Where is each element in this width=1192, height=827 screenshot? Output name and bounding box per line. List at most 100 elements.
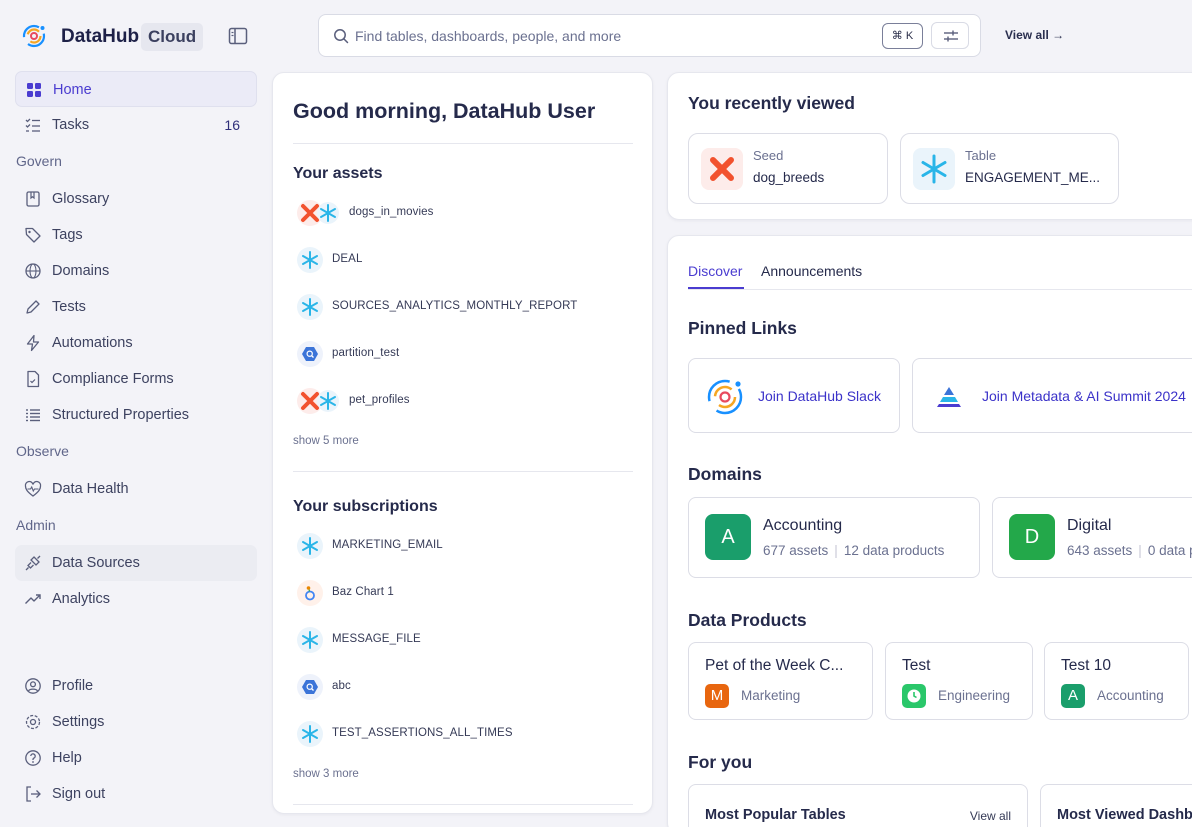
show-more-subscriptions-link[interactable]: show 3 more: [293, 768, 359, 780]
sidebar-item-label: Home: [53, 82, 92, 98]
bigquery-icon: [297, 341, 323, 367]
sidebar-item-label: Data Sources: [52, 555, 140, 571]
sidebar-item-data-sources[interactable]: Data Sources: [15, 545, 257, 581]
sliders-icon: [944, 30, 958, 42]
sidebar-item-compliance-forms[interactable]: Compliance Forms: [15, 361, 257, 397]
asset-name: DEAL: [332, 253, 363, 265]
datahub-logo-icon[interactable]: [21, 23, 47, 49]
sidebar-item-label: Analytics: [52, 591, 111, 607]
sidebar-item-tags[interactable]: Tags: [15, 217, 257, 253]
sidebar-item-profile[interactable]: Profile: [15, 668, 257, 704]
sidebar-item-glossary[interactable]: Glossary: [15, 181, 257, 217]
domain-card[interactable]: A Accounting 677 assets | 12 data products: [688, 497, 980, 578]
sidebar-item-help[interactable]: Help: [15, 740, 257, 776]
domain-card[interactable]: D Digital 643 assets|0 data products: [992, 497, 1192, 578]
overview-panel: Good morning, DataHub User Your assets d…: [272, 72, 653, 814]
sidebar-item-label: Tasks: [52, 117, 90, 133]
sidebar-item-label: Glossary: [52, 191, 110, 207]
gear-icon: [25, 714, 41, 730]
lightning-icon: [26, 334, 40, 352]
sidebar-item-analytics[interactable]: Analytics: [15, 581, 257, 617]
view-all-link[interactable]: View all: [970, 809, 1011, 823]
recently-viewed-panel: You recently viewed Seed dog_breeds Tabl…: [667, 72, 1192, 220]
asset-name: pet_profiles: [349, 394, 410, 406]
pinned-link-label: Join Metadata & AI Summit 2024: [982, 388, 1186, 404]
top-bar: DataHub Cloud ⌘ K View all →: [0, 0, 1192, 72]
domain-name: Accounting: [763, 517, 843, 534]
for-you-card-title: Most Viewed Dashboards: [1057, 807, 1192, 823]
recent-item[interactable]: Table ENGAGEMENT_ME...: [900, 133, 1119, 204]
asset-name: dogs_in_movies: [349, 206, 434, 218]
subscription-name: abc: [332, 680, 351, 692]
divider: [293, 471, 633, 472]
recently-viewed-heading: You recently viewed: [688, 93, 855, 113]
domain-assets-count: 677 assets: [763, 543, 829, 558]
section-heading-govern: Govern: [16, 153, 62, 169]
view-all-link[interactable]: View all →: [1005, 28, 1064, 42]
sidebar-item-label: Compliance Forms: [52, 371, 174, 387]
data-product-name: Test: [902, 657, 931, 674]
search-bar[interactable]: ⌘ K: [318, 14, 981, 57]
show-more-assets-link[interactable]: show 5 more: [293, 435, 359, 447]
discover-panel: Discover Announcements Pinned Links Join…: [667, 235, 1192, 827]
snowflake-icon: [913, 148, 955, 190]
sidebar-item-label: Settings: [52, 714, 105, 730]
sidebar-item-tests[interactable]: Tests: [15, 289, 257, 325]
search-input[interactable]: [355, 15, 875, 56]
sidebar-item-home[interactable]: Home: [15, 71, 257, 107]
subscriptions-heading: Your subscriptions: [293, 498, 438, 515]
pencil-icon: [26, 300, 40, 314]
sidebar-item-label: Profile: [52, 678, 94, 694]
section-heading-observe: Observe: [16, 443, 69, 459]
book-icon: [26, 191, 40, 207]
dbt-icon: [297, 388, 339, 414]
domain-stats: 677 assets | 12 data products: [763, 543, 945, 558]
domain-avatar: D: [1009, 514, 1055, 560]
divider: [293, 804, 633, 805]
subscription-name: TEST_ASSERTIONS_ALL_TIMES: [332, 727, 513, 739]
divider: [293, 143, 633, 144]
checklist-icon: [25, 118, 40, 132]
data-product-card[interactable]: Test Engineering: [885, 642, 1033, 720]
search-icon: [334, 29, 349, 44]
tab-announcements[interactable]: Announcements: [761, 263, 862, 279]
list-icon: [26, 409, 40, 422]
pinned-link[interactable]: Join Metadata & AI Summit 2024: [912, 358, 1192, 433]
looker-icon: [297, 580, 323, 606]
dbt-icon: [701, 148, 743, 190]
data-products-heading: Data Products: [688, 610, 807, 630]
recent-item-type: Seed: [753, 148, 784, 163]
recent-item-type: Table: [965, 148, 997, 163]
asset-name: partition_test: [332, 347, 400, 359]
data-product-card[interactable]: Test 10 A Accounting: [1044, 642, 1189, 720]
for-you-card[interactable]: Most Popular Tables View all: [688, 784, 1028, 827]
data-product-card[interactable]: Pet of the Week C... M Marketing: [688, 642, 873, 720]
domain-products-count: 12 data products: [843, 543, 945, 558]
sidebar-item-label: Automations: [52, 335, 133, 351]
tab-discover[interactable]: Discover: [688, 263, 742, 279]
for-you-card[interactable]: Most Viewed Dashboards: [1040, 784, 1192, 827]
search-filters-button[interactable]: [931, 22, 969, 49]
domain-products-count: 0 data products: [1147, 543, 1192, 558]
sidebar-item-domains[interactable]: Domains: [15, 253, 257, 289]
recent-item-name: ENGAGEMENT_ME...: [965, 170, 1101, 185]
sidebar-toggle-icon[interactable]: [228, 27, 248, 45]
sidebar-item-automations[interactable]: Automations: [15, 325, 257, 361]
clock-icon: [902, 684, 926, 708]
pinned-link[interactable]: Join DataHub Slack: [688, 358, 900, 433]
sidebar-item-settings[interactable]: Settings: [15, 704, 257, 740]
page-title: Good morning, DataHub User: [293, 99, 596, 123]
sidebar-item-sign-out[interactable]: Sign out: [15, 776, 257, 812]
tasks-count-badge: 16: [224, 117, 240, 133]
tab-divider: [688, 289, 1192, 290]
sidebar-item-data-health[interactable]: Data Health: [15, 471, 257, 507]
data-product-name: Pet of the Week C...: [705, 657, 844, 674]
sidebar-item-label: Sign out: [52, 786, 106, 802]
sidebar-item-structured-properties[interactable]: Structured Properties: [15, 397, 257, 433]
recent-item[interactable]: Seed dog_breeds: [688, 133, 888, 204]
sidebar-item-tasks[interactable]: Tasks 16: [15, 107, 257, 143]
asset-name: SOURCES_ANALYTICS_MONTHLY_REPORT: [332, 300, 578, 312]
snowflake-icon: [297, 294, 323, 320]
datahub-logo-icon: [707, 379, 743, 415]
cloud-badge: Cloud: [141, 23, 204, 51]
